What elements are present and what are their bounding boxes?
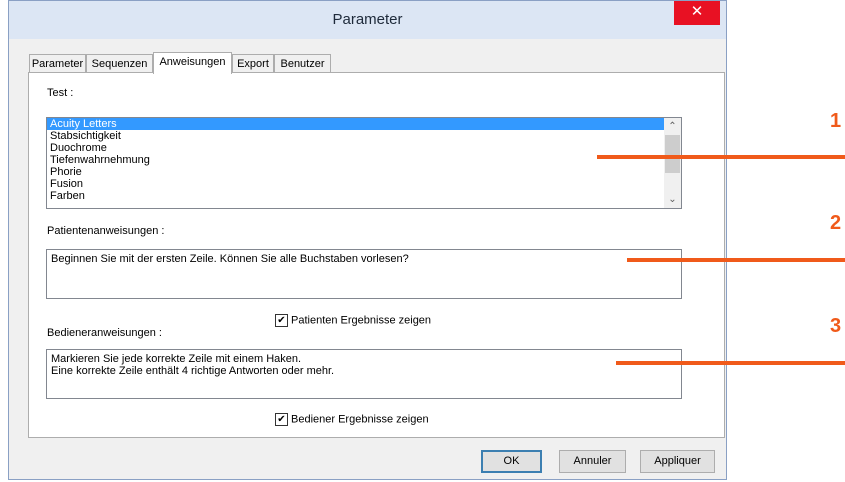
callout-number-3: 3 <box>830 315 842 337</box>
list-item[interactable]: Tiefenwahrnehmung <box>47 154 681 166</box>
list-item[interactable]: Duochrome <box>47 142 681 154</box>
operator-results-checkbox[interactable]: ✔ Bediener Ergebnisse zeigen <box>275 413 429 427</box>
list-item[interactable]: Farben <box>47 190 681 202</box>
test-listbox[interactable]: Acuity Letters Stabsichtigkeit Duochrome… <box>46 117 682 209</box>
tab-export[interactable]: Export <box>232 54 274 73</box>
list-item[interactable]: Fusion <box>47 178 681 190</box>
operator-results-label: Bediener Ergebnisse zeigen <box>291 413 429 426</box>
operator-instructions-line: Eine korrekte Zeile enthält 4 richtige A… <box>51 365 335 377</box>
list-item[interactable]: Acuity Letters <box>47 118 664 130</box>
patient-instructions-text: Beginnen Sie mit der ersten Zeile. Könne… <box>51 253 409 265</box>
callout-line-3 <box>616 361 845 365</box>
patient-results-label: Patienten Ergebnisse zeigen <box>291 314 432 327</box>
cancel-button[interactable]: Annuler <box>559 450 626 473</box>
tab-benutzer[interactable]: Benutzer <box>274 54 331 73</box>
apply-button[interactable]: Appliquer <box>640 450 715 473</box>
list-item[interactable]: Phorie <box>47 166 681 178</box>
dialog-title: Parameter <box>332 11 403 28</box>
callout-line-2 <box>627 258 845 262</box>
tab-panel-anweisungen: Test : Acuity Letters Stabsichtigkeit Du… <box>28 72 725 438</box>
close-button[interactable]: ✕ <box>674 1 720 25</box>
operator-instructions-line: Markieren Sie jede korrekte Zeile mit ei… <box>51 353 302 365</box>
tab-anweisungen[interactable]: Anweisungen <box>153 52 232 74</box>
operator-instructions-field[interactable]: Markieren Sie jede korrekte Zeile mit ei… <box>46 349 682 399</box>
callout-line-1 <box>597 155 845 159</box>
list-item[interactable]: Stabsichtigkeit <box>47 130 681 142</box>
listbox-scrollbar[interactable]: ⌃ ⌄ <box>664 118 681 208</box>
chevron-up-icon[interactable]: ⌃ <box>664 118 681 135</box>
checkmark-icon: ✔ <box>275 413 288 426</box>
tab-sequenzen[interactable]: Sequenzen <box>86 54 153 73</box>
callout-number-2: 2 <box>830 212 842 234</box>
chevron-down-icon[interactable]: ⌄ <box>664 191 681 208</box>
patient-instructions-label: Patientenanweisungen : <box>46 225 166 237</box>
tab-parameter[interactable]: Parameter <box>29 54 86 73</box>
callout-number-1: 1 <box>830 110 842 132</box>
checkmark-icon: ✔ <box>275 314 288 327</box>
close-icon: ✕ <box>690 3 704 20</box>
title-bar[interactable]: Parameter ✕ <box>9 1 726 39</box>
patient-instructions-field[interactable]: Beginnen Sie mit der ersten Zeile. Könne… <box>46 249 682 299</box>
scrollbar-thumb[interactable] <box>665 135 680 173</box>
test-label: Test : <box>46 87 75 99</box>
operator-instructions-label: Bedieneranweisungen : <box>46 327 163 339</box>
ok-button[interactable]: OK <box>481 450 542 473</box>
patient-results-checkbox[interactable]: ✔ Patienten Ergebnisse zeigen <box>275 314 431 328</box>
